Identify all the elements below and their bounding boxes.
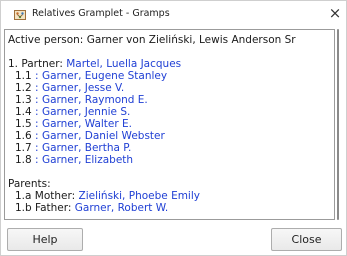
child-row: 1.5 : Garner, Walter E. xyxy=(15,118,133,130)
child-row: 1.3 : Garner, Raymond E. xyxy=(15,94,148,106)
mother-link[interactable]: Zieliński, Phoebe Emily xyxy=(79,190,200,202)
child-index: 1.5 xyxy=(15,118,32,130)
father-line: 1.b Father: Garner, Robert W. xyxy=(15,202,168,214)
child-link[interactable]: Garner, Raymond E. xyxy=(42,94,148,106)
button-bar: Help Close xyxy=(1,223,346,255)
partner-link[interactable]: Martel, Luella Jacques xyxy=(66,58,181,70)
child-link[interactable]: Garner, Daniel Webster xyxy=(42,130,165,142)
gramplet-window: Relatives Gramplet - Gramps × Active per… xyxy=(0,0,347,256)
child-index: 1.8 xyxy=(15,154,32,166)
active-person-label: Active person: xyxy=(8,34,84,46)
father-link[interactable]: Garner, Robert W. xyxy=(75,202,168,214)
child-row: 1.1 : Garner, Eugene Stanley xyxy=(15,70,168,82)
window-title: Relatives Gramplet - Gramps xyxy=(32,8,170,19)
child-index: 1.7 xyxy=(15,142,32,154)
gramps-icon xyxy=(14,9,26,21)
child-index: 1.6 xyxy=(15,130,32,142)
child-link[interactable]: Garner, Jennie S. xyxy=(42,106,130,118)
child-link[interactable]: Garner, Elizabeth xyxy=(42,154,133,166)
child-row: 1.4 : Garner, Jennie S. xyxy=(15,106,131,118)
child-index: 1.3 xyxy=(15,94,32,106)
child-index: 1.4 xyxy=(15,106,32,118)
relatives-text-view: Active person: Garner von Zieliński, Lew… xyxy=(4,29,335,220)
father-label: 1.b Father: xyxy=(15,202,72,214)
scrollbar-thumb[interactable] xyxy=(337,29,339,220)
child-link[interactable]: Garner, Bertha P. xyxy=(42,142,131,154)
mother-label: 1.a Mother: xyxy=(15,190,76,202)
active-person-name: Garner von Zieliński, Lewis Anderson Sr xyxy=(86,34,296,46)
child-link[interactable]: Garner, Eugene Stanley xyxy=(42,70,167,82)
child-row: 1.2 : Garner, Jesse V. xyxy=(15,82,125,94)
close-icon[interactable]: × xyxy=(326,4,344,22)
title-bar: Relatives Gramplet - Gramps × xyxy=(1,1,346,28)
child-row: 1.6 : Garner, Daniel Webster xyxy=(15,130,165,142)
child-link[interactable]: Garner, Walter E. xyxy=(42,118,132,130)
partner-label: 1. Partner: xyxy=(8,58,63,70)
help-button[interactable]: Help xyxy=(7,228,83,251)
child-row: 1.7 : Garner, Bertha P. xyxy=(15,142,132,154)
close-button[interactable]: Close xyxy=(271,228,342,251)
child-index: 1.2 xyxy=(15,82,32,94)
child-row: 1.8 : Garner, Elizabeth xyxy=(15,154,134,166)
vertical-scrollbar[interactable] xyxy=(336,29,344,220)
child-index: 1.1 xyxy=(15,70,32,82)
mother-line: 1.a Mother: Zieliński, Phoebe Emily xyxy=(15,190,200,202)
child-link[interactable]: Garner, Jesse V. xyxy=(42,82,124,94)
active-person-line: Active person: Garner von Zieliński, Lew… xyxy=(8,34,296,46)
parents-heading: Parents: xyxy=(8,178,51,190)
partner-line: 1. Partner: Martel, Luella Jacques xyxy=(8,58,181,70)
